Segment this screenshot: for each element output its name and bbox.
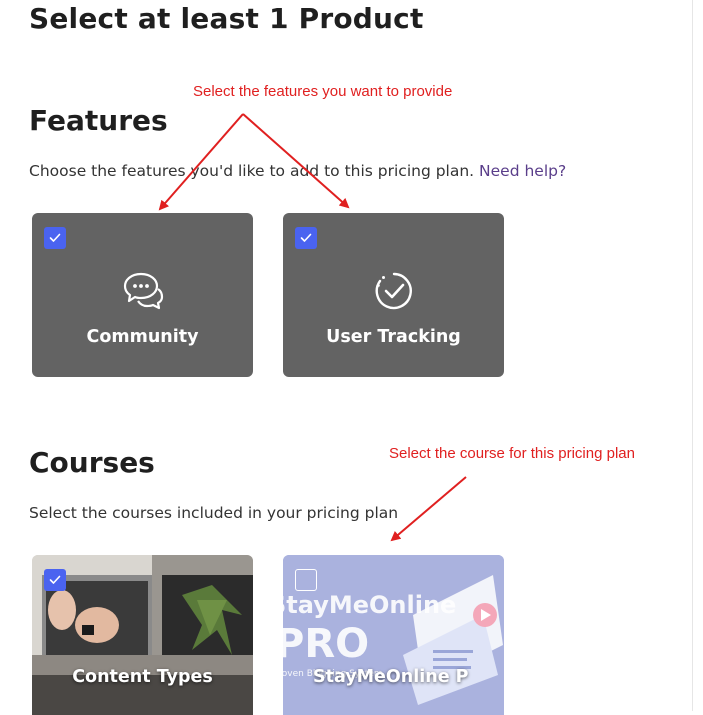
features-description-text: Choose the features you'd like to add to… — [29, 162, 475, 180]
staymeonline-checkbox[interactable] — [295, 569, 317, 591]
courses-annotation: Select the course for this pricing plan — [389, 445, 635, 462]
course-thumbnail-title: StayMeOnline — [283, 591, 457, 619]
content-types-checkbox[interactable] — [44, 569, 66, 591]
features-description: Choose the features you'd like to add to… — [29, 162, 566, 180]
feature-card-user-tracking[interactable]: User Tracking — [283, 213, 504, 377]
courses-heading: Courses — [29, 446, 155, 479]
staymeonline-label: StayMeOnline P — [313, 667, 469, 687]
courses-description: Select the courses included in your pric… — [29, 504, 399, 522]
checkmark-icon — [300, 233, 312, 242]
chat-bubbles-icon — [123, 272, 163, 310]
community-checkbox[interactable] — [44, 227, 66, 249]
page-edge-divider — [692, 0, 693, 711]
feature-card-community[interactable]: Community — [32, 213, 253, 377]
course-card-content-types[interactable]: Content Types — [32, 555, 253, 715]
features-annotation: Select the features you want to provide — [193, 83, 453, 100]
user-tracking-checkbox[interactable] — [295, 227, 317, 249]
features-heading: Features — [29, 104, 168, 137]
content-types-label: Content Types — [72, 667, 213, 687]
course-thumbnail-badge: PRO — [283, 621, 370, 667]
arrow-to-user-tracking — [242, 113, 350, 209]
checkmark-icon — [49, 233, 61, 242]
community-label: Community — [86, 327, 199, 347]
checkmark-icon — [49, 575, 61, 584]
check-circle-icon — [375, 272, 412, 310]
page-title: Select at least 1 Product — [29, 2, 424, 35]
user-tracking-label: User Tracking — [326, 327, 461, 347]
arrow-to-course — [390, 476, 467, 542]
need-help-link[interactable]: Need help? — [479, 162, 566, 180]
course-card-staymeonline[interactable]: StayMeOnline PRO Proven Blogging System … — [283, 555, 504, 715]
